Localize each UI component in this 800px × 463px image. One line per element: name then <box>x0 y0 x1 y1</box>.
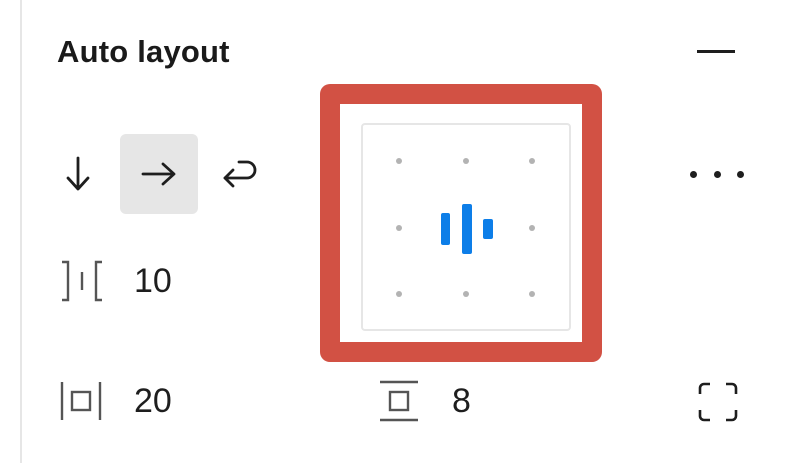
gap-icon <box>62 260 102 302</box>
direction-wrap-button[interactable] <box>200 134 278 214</box>
align-bottom-right[interactable] <box>529 291 535 297</box>
gap-value[interactable]: 10 <box>134 262 172 301</box>
horizontal-padding-value[interactable]: 20 <box>134 382 172 421</box>
align-top-left[interactable] <box>396 158 402 164</box>
wrap-icon <box>223 160 257 188</box>
more-dot-icon <box>690 170 697 178</box>
more-options-button[interactable] <box>690 166 744 182</box>
align-bottom-left[interactable] <box>396 291 402 297</box>
panel-divider <box>0 0 22 463</box>
align-top-center[interactable] <box>463 158 469 164</box>
minus-icon <box>697 50 735 53</box>
align-top-right[interactable] <box>529 158 535 164</box>
remove-auto-layout-button[interactable] <box>694 50 738 54</box>
direction-horizontal-button[interactable] <box>120 134 198 214</box>
more-dot-icon <box>713 170 721 178</box>
align-center-icon[interactable] <box>439 203 495 255</box>
align-middle-left[interactable] <box>396 225 402 231</box>
panel-title: Auto layout <box>57 34 230 69</box>
align-middle-right[interactable] <box>529 225 535 231</box>
alignment-grid[interactable] <box>361 123 571 331</box>
clip-content-icon[interactable] <box>696 380 740 424</box>
arrow-down-icon <box>66 156 90 191</box>
align-bottom-center[interactable] <box>463 291 469 297</box>
vertical-padding-icon <box>380 380 418 422</box>
horizontal-padding-icon <box>60 382 102 420</box>
direction-vertical-button[interactable] <box>39 134 117 214</box>
more-dot-icon <box>737 170 744 178</box>
auto-layout-panel: Auto layout 10 20 8 <box>0 0 800 463</box>
vertical-padding-value[interactable]: 8 <box>452 382 471 421</box>
arrow-right-icon <box>141 162 176 186</box>
